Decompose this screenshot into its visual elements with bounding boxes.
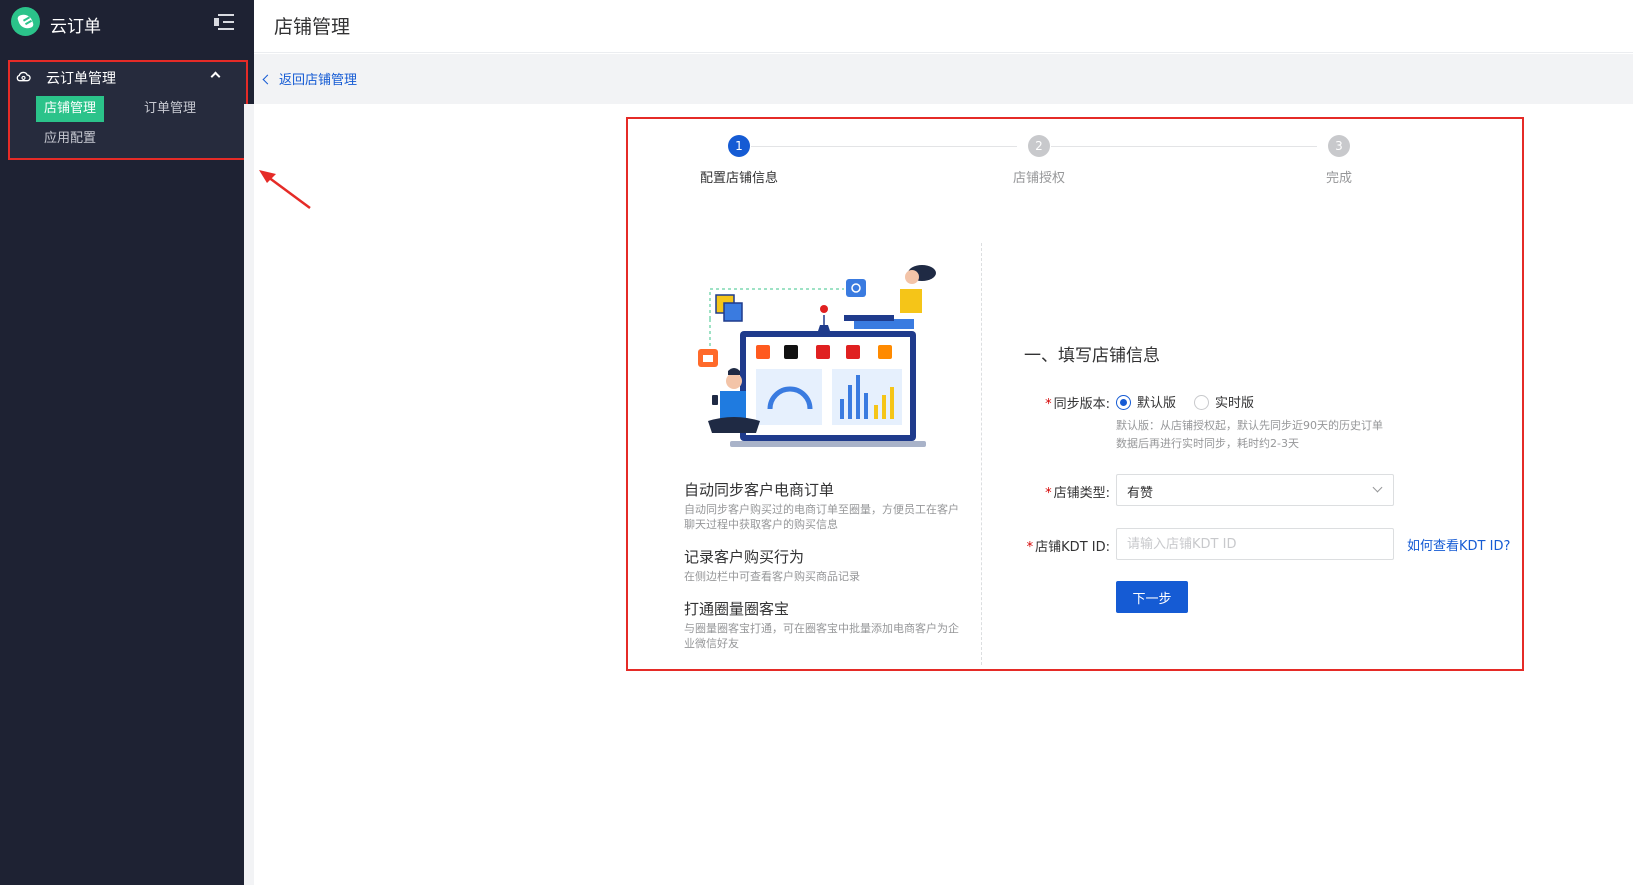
feature-desc: 与圈量圈客宝打通，可在圈客宝中批量添加电商客户为企业微信好友: [684, 622, 959, 650]
page-title: 店铺管理: [274, 16, 351, 38]
step-1: 1 配置店铺信息: [659, 119, 819, 186]
kdt-help-link[interactable]: 如何查看KDT ID?: [1407, 535, 1510, 554]
back-link[interactable]: 返回店铺管理: [262, 69, 357, 88]
chevron-left-icon: [262, 74, 273, 85]
radio-label: 默认版: [1137, 396, 1177, 411]
store-type-value: 有赞: [1127, 486, 1154, 501]
sidebar-item-order-management[interactable]: 订单管理: [130, 96, 210, 122]
kdt-id-label-text: 店铺KDT ID:: [1035, 540, 1110, 555]
feature-desc: 在侧边栏中可查看客户购买商品记录: [684, 570, 860, 583]
ecommerce-sync-illustration: [698, 265, 936, 447]
step-label: 店铺授权: [1012, 171, 1065, 186]
sync-default-radio[interactable]: 默认版: [1116, 392, 1176, 411]
menu-group-title: 云订单管理: [46, 71, 116, 87]
store-type-label-text: 店铺类型:: [1053, 486, 1110, 501]
feature-title: 打通圈量圈客宝: [684, 600, 790, 618]
next-step-button[interactable]: 下一步: [1116, 581, 1188, 613]
step-label: 配置店铺信息: [699, 171, 778, 186]
steps: 1 配置店铺信息 2 店铺授权 3 完成: [628, 119, 1522, 199]
step-number: 1: [728, 135, 750, 157]
menu-group-header[interactable]: 云订单管理: [10, 62, 246, 92]
section-divider: [981, 243, 982, 665]
back-bar: 返回店铺管理: [254, 54, 1633, 104]
feature-desc: 自动同步客户购买过的电商订单至圈量，方便员工在客户聊天过程中获取客户的购买信息: [684, 503, 959, 531]
annotation-arrow-icon: [259, 170, 311, 210]
app-title: 云订单: [50, 17, 101, 37]
content-left-gutter: [244, 104, 254, 885]
required-mark: *: [1045, 486, 1052, 501]
step-3: 3 完成: [1259, 119, 1419, 186]
store-type-label: * 店铺类型:: [990, 482, 1110, 501]
step-number: 2: [1028, 135, 1050, 157]
sync-version-label: * 同步版本:: [990, 393, 1110, 412]
feature-title: 自动同步客户电商订单: [684, 481, 835, 499]
step-label: 完成: [1325, 171, 1352, 186]
feature-sync-orders: 自动同步客户电商订单 自动同步客户购买过的电商订单至圈量，方便员工在客户聊天过程…: [684, 479, 964, 532]
sync-help-line-1: 默认版：从店铺授权起，默认先同步近90天的历史订单: [1116, 419, 1383, 432]
kdt-id-label: * 店铺KDT ID:: [990, 536, 1110, 555]
chevron-up-icon[interactable]: [210, 71, 221, 82]
step-2: 2 店铺授权: [959, 119, 1119, 186]
radio-dot: [1194, 395, 1209, 410]
cloud-icon: [16, 71, 31, 82]
sidebar-item-store-management[interactable]: 店铺管理: [36, 96, 104, 122]
menu-group-cloud-order: 云订单管理 店铺管理 订单管理 应用配置: [8, 60, 248, 160]
sync-version-help: 默认版：从店铺授权起，默认先同步近90天的历史订单 数据后再进行实时同步，耗时约…: [1116, 417, 1416, 453]
store-config-card: 1 配置店铺信息 2 店铺授权 3 完成 自动同步客户电商订单 自动同步客户购买…: [626, 117, 1524, 671]
sync-version-label-text: 同步版本:: [1053, 397, 1110, 412]
sync-realtime-radio[interactable]: 实时版: [1194, 392, 1254, 411]
app-logo-icon: [11, 7, 40, 36]
feature-record-behavior: 记录客户购买行为 在侧边栏中可查看客户购买商品记录: [684, 546, 964, 584]
sidebar: 云订单 云订单管理 店铺管理 订单管理 应用配置: [0, 0, 254, 885]
feature-title: 记录客户购买行为: [684, 548, 805, 566]
back-link-label: 返回店铺管理: [279, 73, 358, 88]
form-title: 一、填写店铺信息: [1024, 346, 1160, 366]
step-number: 3: [1328, 135, 1350, 157]
radio-label: 实时版: [1215, 396, 1255, 411]
feature-connect-kebao: 打通圈量圈客宝 与圈量圈客宝打通，可在圈客宝中批量添加电商客户为企业微信好友: [684, 598, 964, 651]
radio-dot: [1116, 395, 1131, 410]
required-mark: *: [1026, 540, 1034, 555]
sync-help-line-2: 数据后再进行实时同步，耗时约2-3天: [1116, 437, 1299, 450]
store-type-select[interactable]: 有赞: [1116, 474, 1394, 506]
kdt-id-input[interactable]: [1116, 528, 1394, 560]
required-mark: *: [1045, 397, 1052, 412]
sidebar-item-app-config[interactable]: 应用配置: [36, 126, 104, 152]
chevron-down-icon: [1372, 482, 1383, 493]
page-header: 店铺管理: [254, 0, 1633, 53]
collapse-menu-icon[interactable]: [214, 14, 234, 30]
brand: 云订单: [0, 0, 254, 46]
